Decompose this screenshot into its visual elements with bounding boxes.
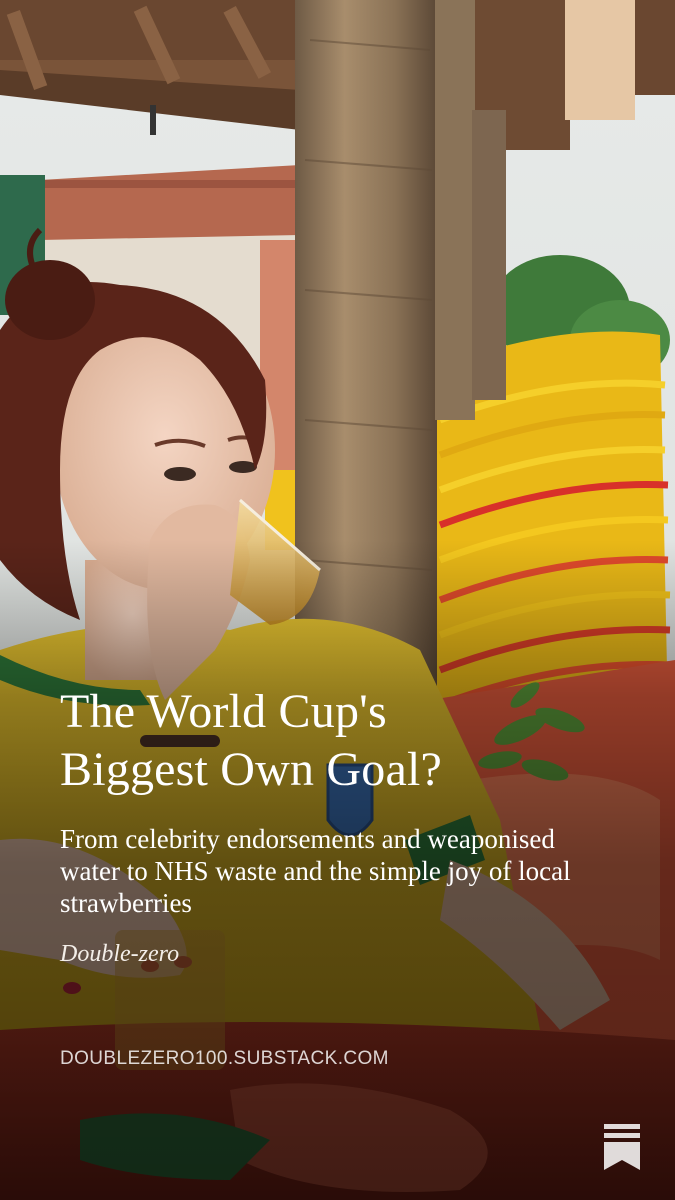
publication-domain-link[interactable]: DOUBLEZERO100.SUBSTACK.COM (60, 1048, 389, 1070)
post-subtitle: From celebrity endorsements and weaponis… (60, 824, 571, 918)
post-text-block: The World Cup's Biggest Own Goal? From c… (60, 683, 640, 969)
post-title[interactable]: The World Cup's Biggest Own Goal? (60, 683, 640, 799)
substack-bookmark-icon[interactable] (604, 1124, 640, 1172)
post-title-line-2: Biggest Own Goal? (60, 743, 443, 796)
post-title-line-1: The World Cup's (60, 685, 387, 738)
readability-overlay (0, 0, 675, 1200)
publication-name[interactable]: Double-zero (60, 939, 640, 969)
share-card[interactable]: The World Cup's Biggest Own Goal? From c… (0, 0, 675, 1200)
